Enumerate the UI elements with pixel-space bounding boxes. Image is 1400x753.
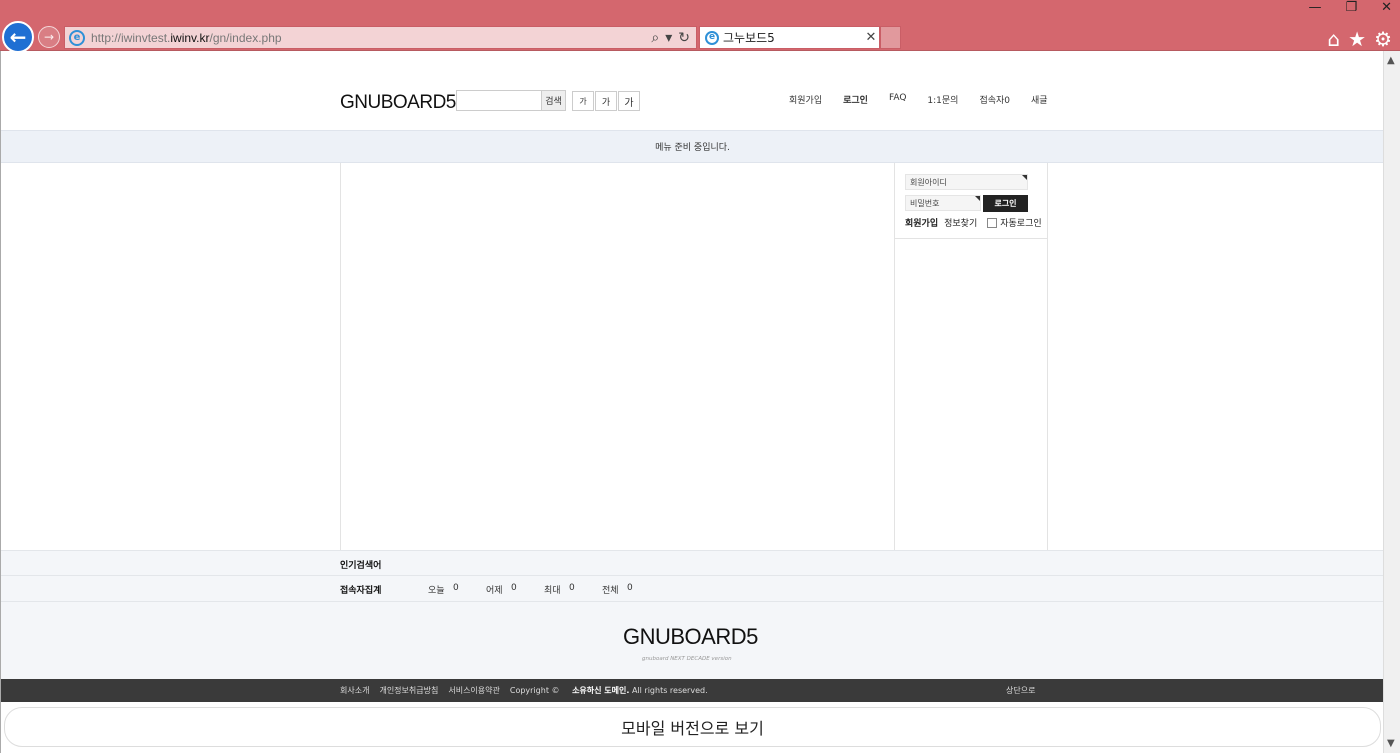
visitor-stats-title: 접속자집계 — [340, 586, 382, 596]
font-medium-button[interactable]: 가 — [595, 91, 617, 111]
ie-icon: e — [69, 29, 85, 46]
window-controls: — ❐ ✕ — [1308, 0, 1392, 15]
footer-links: 회사소개 개인정보취급방침 서비스이용약관 Copyright © 소유하신 도… — [340, 685, 728, 696]
required-corner-icon — [975, 196, 980, 201]
settings-gear-icon[interactable]: ⚙ — [1374, 27, 1392, 51]
tab-title: 그누보드5 — [723, 31, 775, 45]
new-tab-button[interactable] — [880, 26, 901, 49]
favorites-icon[interactable]: ★ — [1348, 27, 1366, 51]
content-wrapper: 회원아이디 비밀번호 로그인 회원가입 정보찾기 자동로그인 — [340, 163, 1048, 550]
forward-arrow-icon[interactable]: → — [38, 26, 60, 48]
popular-search-title: 인기검색어 — [340, 561, 382, 571]
vertical-scrollbar[interactable]: ▲ ▼ — [1383, 51, 1400, 753]
browser-tab[interactable]: e 그누보드5 ✕ — [699, 26, 880, 49]
menu-notice-text: 메뉴 준비 중입니다. — [655, 143, 730, 153]
dropdown-icon[interactable]: ▾ — [665, 30, 672, 46]
join-link[interactable]: 회원가입 — [905, 216, 938, 229]
home-icon[interactable]: ⌂ — [1327, 27, 1340, 51]
url-domain: iwinv.kr — [170, 30, 210, 45]
outlogin-box: 회원아이디 비밀번호 로그인 회원가입 정보찾기 자동로그인 — [895, 163, 1048, 239]
copyright: Copyright © 소유하신 도메인. All rights reserve… — [510, 685, 718, 696]
footer-bar: 회사소개 개인정보취급방침 서비스이용약관 Copyright © 소유하신 도… — [1, 679, 1384, 702]
browser-toolbar-icons: ⌂ ★ ⚙ — [1327, 27, 1392, 51]
top-nav: 회원가입 로그인 FAQ 1:1문의 접속자0 새글 — [789, 93, 1069, 106]
nav-new[interactable]: 새글 — [1031, 93, 1048, 106]
url-text[interactable]: http://iwinvtest.iwinv.kr/gn/index.php — [91, 31, 651, 45]
page-viewport: GNUBOARD5 검색 가 가 가 회원가입 로그인 FAQ 1:1문의 접속… — [0, 51, 1384, 753]
minimize-icon[interactable]: — — [1308, 0, 1321, 15]
scroll-up-icon[interactable]: ▲ — [1387, 55, 1395, 66]
copyright-prefix: Copyright © — [509, 686, 560, 695]
url-prefix: http://iwinvtest. — [91, 30, 171, 45]
footer-link-terms[interactable]: 서비스이용약관 — [448, 685, 500, 696]
main-content — [341, 163, 895, 550]
login-links: 회원가입 정보찾기 자동로그인 — [905, 216, 1042, 229]
to-top-link[interactable]: 상단으로 — [1006, 685, 1035, 696]
visit-max-value: 0 — [569, 583, 575, 593]
auto-login-checkbox[interactable] — [987, 217, 998, 228]
footer-logo-area: GNUBOARD5 gnuboard NEXT DECADE version — [1, 602, 1384, 679]
visit-today-value: 0 — [453, 583, 459, 593]
search-icon[interactable]: ⌕ — [651, 30, 659, 46]
url-path: /gn/index.php — [209, 30, 282, 45]
search-input[interactable] — [457, 91, 541, 110]
font-large-button[interactable]: 가 — [618, 91, 640, 111]
nav-faq[interactable]: FAQ — [889, 93, 906, 106]
member-id-field[interactable]: 회원아이디 — [905, 174, 1028, 190]
address-bar[interactable]: e http://iwinvtest.iwinv.kr/gn/index.php… — [64, 26, 697, 49]
footer-tagline: gnuboard NEXT DECADE version — [642, 656, 732, 662]
auto-login-label[interactable]: 자동로그인 — [1000, 216, 1041, 229]
nav-login[interactable]: 로그인 — [843, 93, 868, 106]
footer-link-company[interactable]: 회사소개 — [340, 685, 369, 696]
visitor-stats-row: 접속자집계 오늘 0 어제 0 최대 0 전체 0 — [1, 576, 1384, 602]
tab-close-icon[interactable]: ✕ — [863, 30, 879, 45]
nav-qa[interactable]: 1:1문의 — [927, 93, 958, 106]
scroll-down-icon[interactable]: ▼ — [1387, 738, 1395, 749]
visit-max-label: 최대 — [544, 586, 561, 596]
browser-chrome: ← → e http://iwinvtest.iwinv.kr/gn/index… — [0, 0, 1400, 53]
login-button[interactable]: 로그인 — [983, 195, 1028, 212]
menu-notice-bar: 메뉴 준비 중입니다. — [1, 130, 1384, 163]
footer-link-privacy[interactable]: 개인정보취급방침 — [379, 685, 438, 696]
mobile-version-button[interactable]: 모바일 버전으로 보기 — [4, 707, 1381, 747]
copyright-suffix: All rights reserved. — [631, 686, 708, 695]
member-id-placeholder: 회원아이디 — [910, 177, 947, 187]
window-close-icon[interactable]: ✕ — [1381, 0, 1392, 15]
visit-yesterday-value: 0 — [511, 583, 517, 593]
visit-yesterday-label: 어제 — [486, 586, 503, 596]
visit-today-label: 오늘 — [428, 586, 445, 596]
ie-tab-icon: e — [705, 30, 719, 45]
maximize-icon[interactable]: ❐ — [1345, 0, 1357, 15]
back-arrow-icon[interactable]: ← — [2, 21, 34, 53]
font-small-button[interactable]: 가 — [572, 91, 594, 111]
visit-total-value: 0 — [627, 583, 633, 593]
required-corner-icon — [1022, 175, 1027, 180]
nav-join[interactable]: 회원가입 — [789, 93, 822, 106]
copyright-owner: 소유하신 도메인. — [572, 686, 630, 695]
password-placeholder: 비밀번호 — [910, 198, 940, 208]
popular-search-row: 인기검색어 — [1, 550, 1384, 576]
header-search: 검색 — [456, 90, 566, 111]
password-field[interactable]: 비밀번호 — [905, 195, 981, 211]
search-button[interactable]: 검색 — [541, 91, 565, 110]
find-info-link[interactable]: 정보찾기 — [944, 216, 977, 229]
sidebar: 회원아이디 비밀번호 로그인 회원가입 정보찾기 자동로그인 — [895, 163, 1048, 550]
refresh-icon[interactable]: ↻ — [678, 30, 690, 46]
footer-logo: GNUBOARD5 — [623, 624, 758, 649]
nav-visitors[interactable]: 접속자0 — [979, 93, 1010, 106]
visit-total-label: 전체 — [602, 586, 619, 596]
site-logo[interactable]: GNUBOARD5 — [340, 92, 456, 114]
